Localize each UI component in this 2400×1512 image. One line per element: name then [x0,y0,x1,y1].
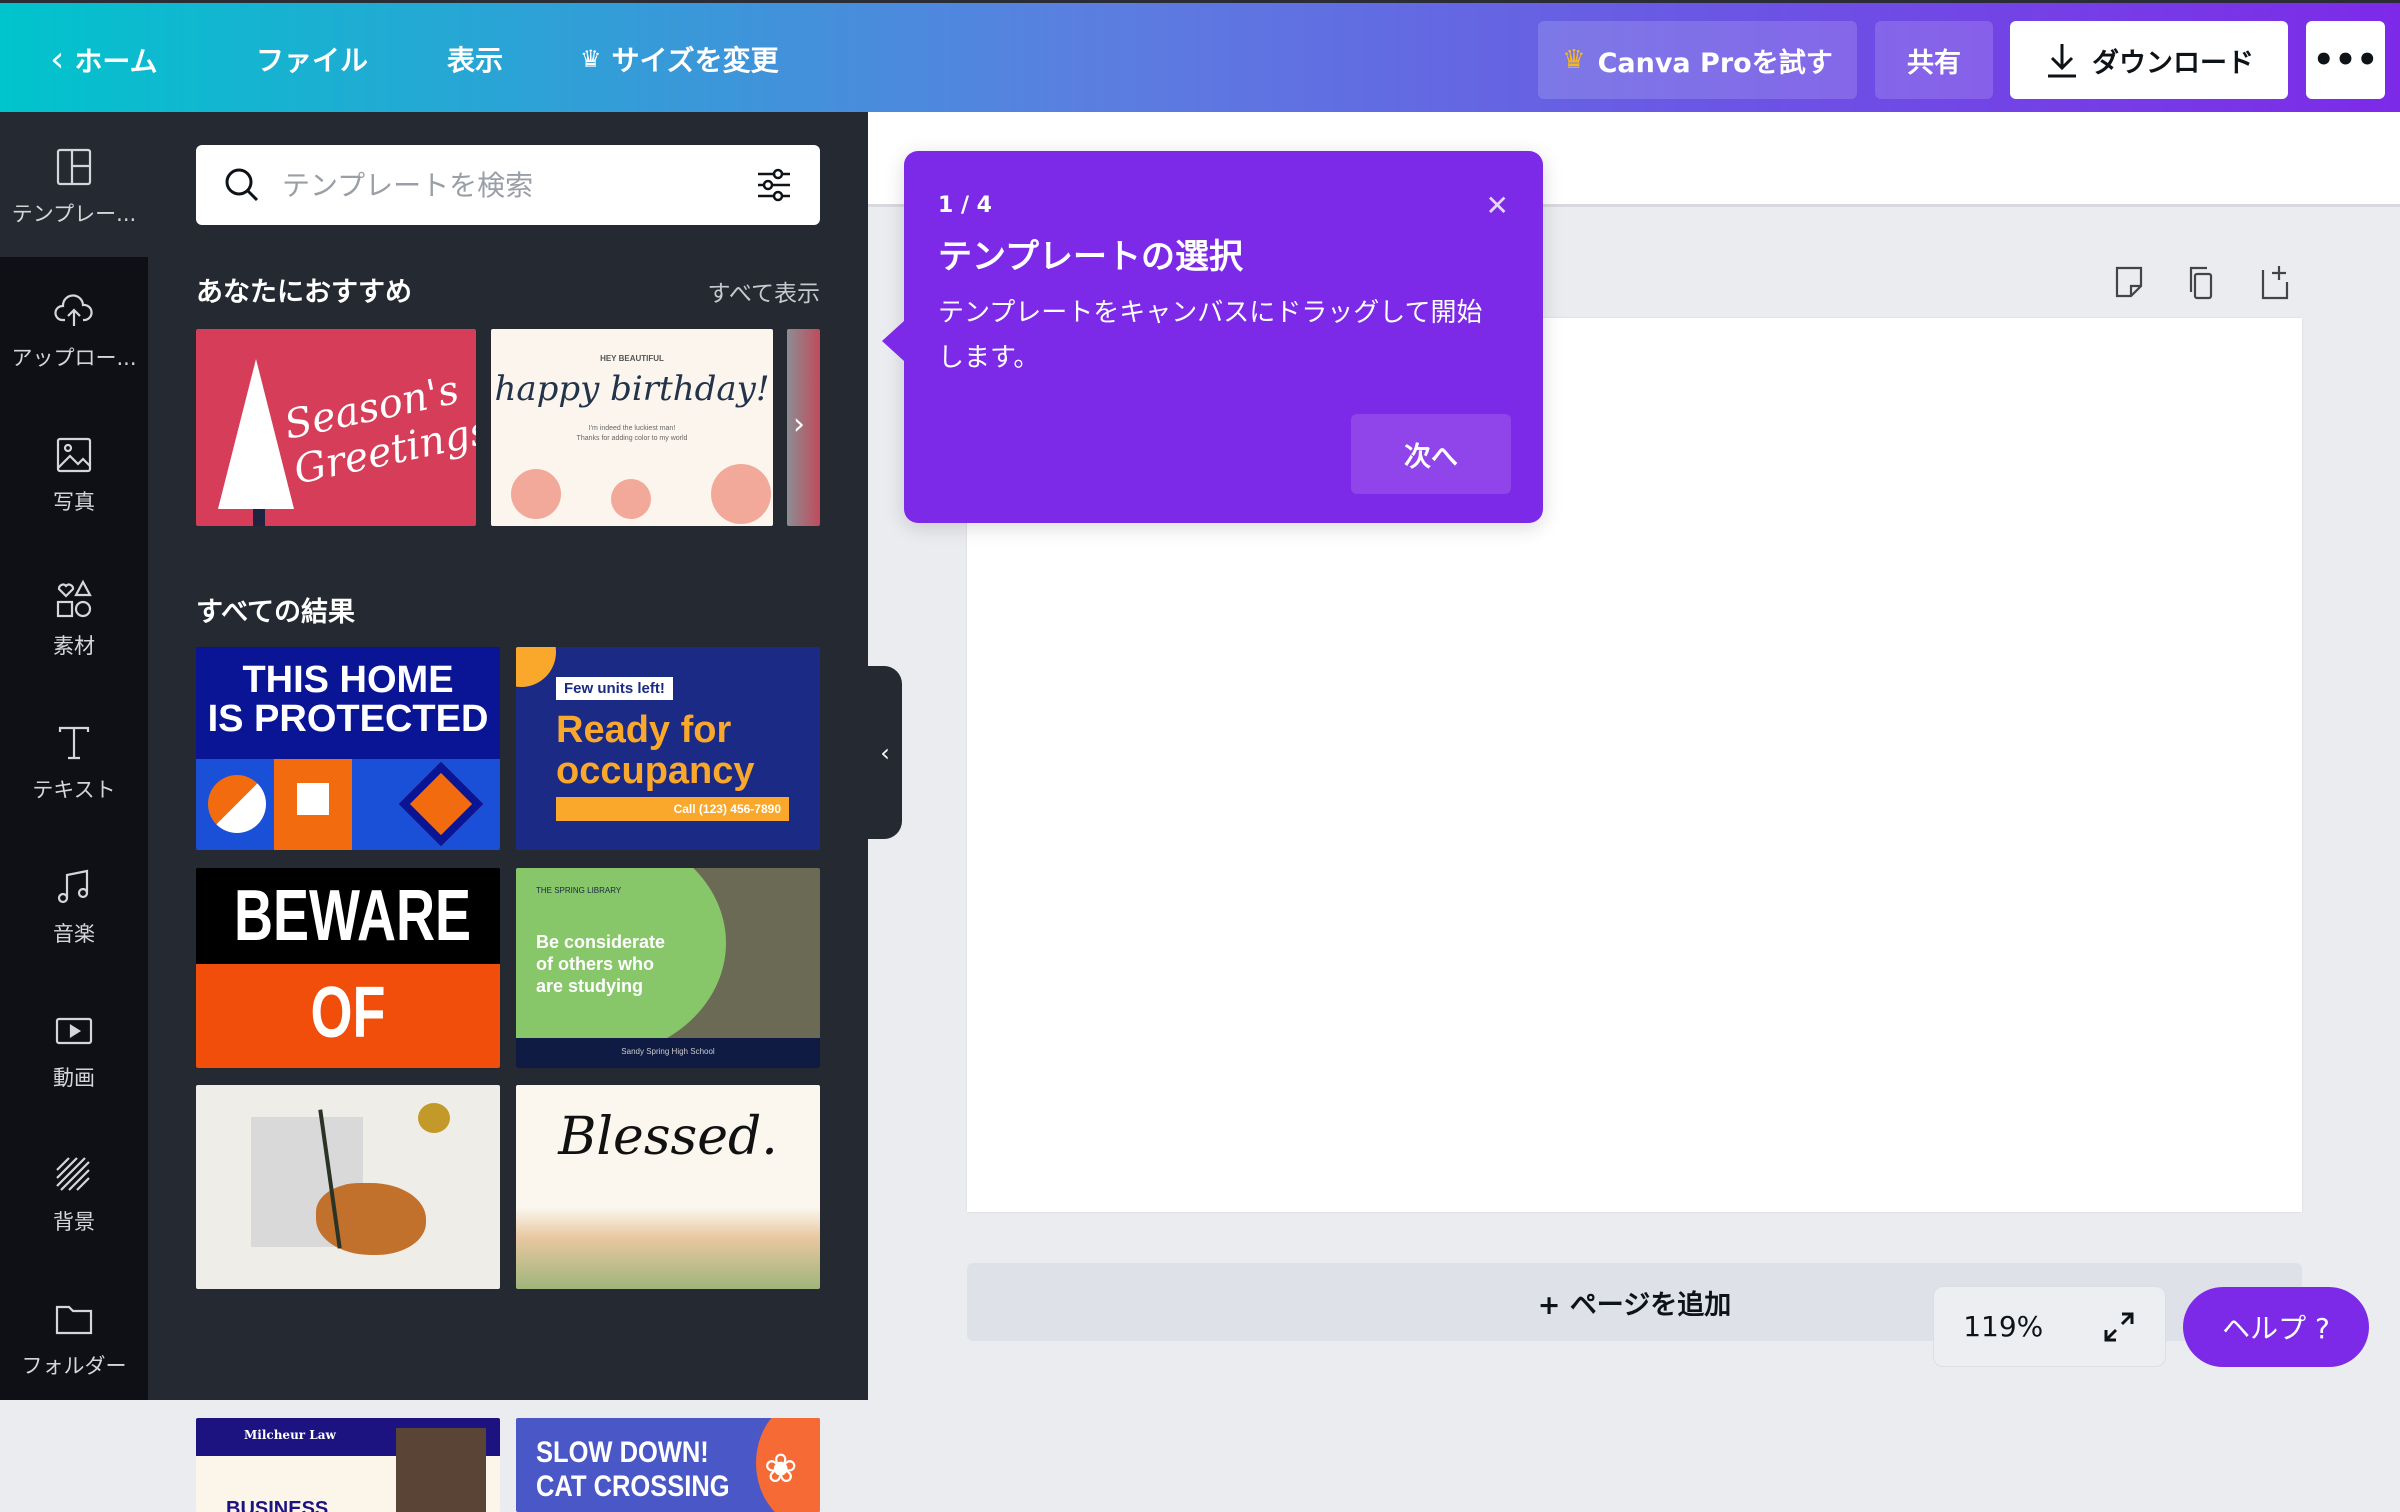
search-box[interactable] [196,145,820,225]
note-icon [2115,266,2143,298]
template-thumb-partial[interactable]: › [787,329,820,526]
rail-item-video[interactable]: 動画 [0,986,148,1116]
template-thumb-blessed[interactable]: Blessed. [516,1085,820,1289]
background-icon [56,1157,90,1191]
all-results-heading: すべての結果 [196,597,356,628]
rail-item-uploads[interactable]: アップロー... [0,266,148,396]
chevron-left-icon: ‹ [50,39,65,80]
rail-item-photos[interactable]: 写真 [0,410,148,540]
home-button[interactable]: ‹ ホーム [50,39,158,80]
templates-panel: あなたにおすすめ すべて表示 Season's Greetings! HEY B… [148,112,868,1512]
recommended-heading: あなたにおすすめ [196,277,412,308]
chevron-right-icon[interactable]: › [793,407,805,442]
chevron-left-icon: ‹ [880,738,890,767]
view-menu[interactable]: 表示 [447,39,503,79]
template-thumb-seasons-greetings[interactable]: Season's Greetings! [196,329,476,526]
photo-icon [56,437,92,473]
text-icon [58,726,90,760]
template-thumb-home-protected[interactable]: THIS HOME IS PROTECTED [196,647,500,850]
music-icon [57,869,89,904]
rail-item-music[interactable]: 音楽 [0,842,148,972]
download-icon [2048,44,2076,78]
onboarding-tooltip: 1 / 4 ✕ テンプレートの選択 テンプレートをキャンバスにドラッグして開始し… [882,151,1543,523]
search-input[interactable] [282,168,734,202]
zoom-control[interactable]: 119% [1933,1286,2166,1367]
top-bar: ‹ ホーム ファイル 表示 ♛ サイズを変更 ♛ Canva Proを試す 共有… [0,0,2400,112]
template-thumb-library[interactable]: THE SPRING LIBRARY Be considerate of oth… [516,868,820,1068]
page-notes-button[interactable] [2109,262,2149,302]
side-rail: テンプレー... アップロー... 写真 素材 テキスト 音楽 動画 背景 フォ… [0,112,148,1400]
cloud-upload-icon [54,294,93,326]
more-button[interactable]: ••• [2306,21,2385,99]
add-page-icon-button[interactable] [2253,262,2293,302]
rail-item-background[interactable]: 背景 [0,1130,148,1260]
template-thumb-happy-birthday[interactable]: HEY BEAUTIFUL happy birthday! I'm indeed… [491,329,773,526]
rail-item-text[interactable]: テキスト [0,698,148,828]
duplicate-page-button[interactable] [2181,262,2221,302]
copy-icon [2189,266,2213,300]
add-page-icon [2261,266,2289,300]
help-button[interactable]: ヘルプ ? [2183,1287,2369,1367]
template-thumb-botanical[interactable] [196,1085,500,1289]
next-button[interactable]: 次へ [1351,414,1511,494]
resize-button[interactable]: ♛ サイズを変更 [580,39,779,79]
zoom-level[interactable]: 119% [1963,1310,2043,1343]
video-icon [55,1017,93,1045]
template-thumb-ready-occupancy[interactable]: Few units left! Ready for occupancy Call… [516,647,820,850]
ellipsis-icon: ••• [2312,40,2379,80]
close-icon[interactable]: ✕ [1486,189,1509,222]
template-thumb-cat-crossing[interactable]: SLOW DOWN! CAT CROSSING ❀ [516,1418,820,1512]
rail-item-folders[interactable]: フォルダー [0,1274,148,1404]
crown-icon: ♛ [580,45,602,73]
share-button[interactable]: 共有 [1875,21,1993,99]
collapse-panel-handle[interactable]: ‹ [868,666,902,839]
tooltip-title: テンプレートの選択 [938,237,1243,277]
see-all-link[interactable]: すべて表示 [708,274,820,308]
tooltip-step: 1 / 4 [938,193,992,218]
rail-item-templates[interactable]: テンプレー... [0,122,148,252]
file-menu[interactable]: ファイル [256,39,368,79]
template-thumb-law[interactable]: Milcheur Law BUSINESS [196,1418,500,1512]
tooltip-body: テンプレートをキャンバスにドラッグして開始します。 [938,298,1483,373]
filter-icon[interactable] [754,165,794,205]
crown-icon: ♛ [1562,45,1586,75]
try-pro-button[interactable]: ♛ Canva Proを試す [1538,21,1857,99]
elements-icon [56,579,92,618]
folder-icon [55,1305,93,1335]
search-icon [225,168,259,202]
paw-icon: ❀ [764,1446,798,1492]
template-thumb-beware-dogs[interactable]: BEWARE OF DOGS [196,868,500,1068]
download-button[interactable]: ダウンロード [2010,21,2288,99]
rail-item-elements[interactable]: 素材 [0,554,148,684]
template-icon [56,148,92,186]
fullscreen-icon[interactable] [2102,1310,2136,1344]
